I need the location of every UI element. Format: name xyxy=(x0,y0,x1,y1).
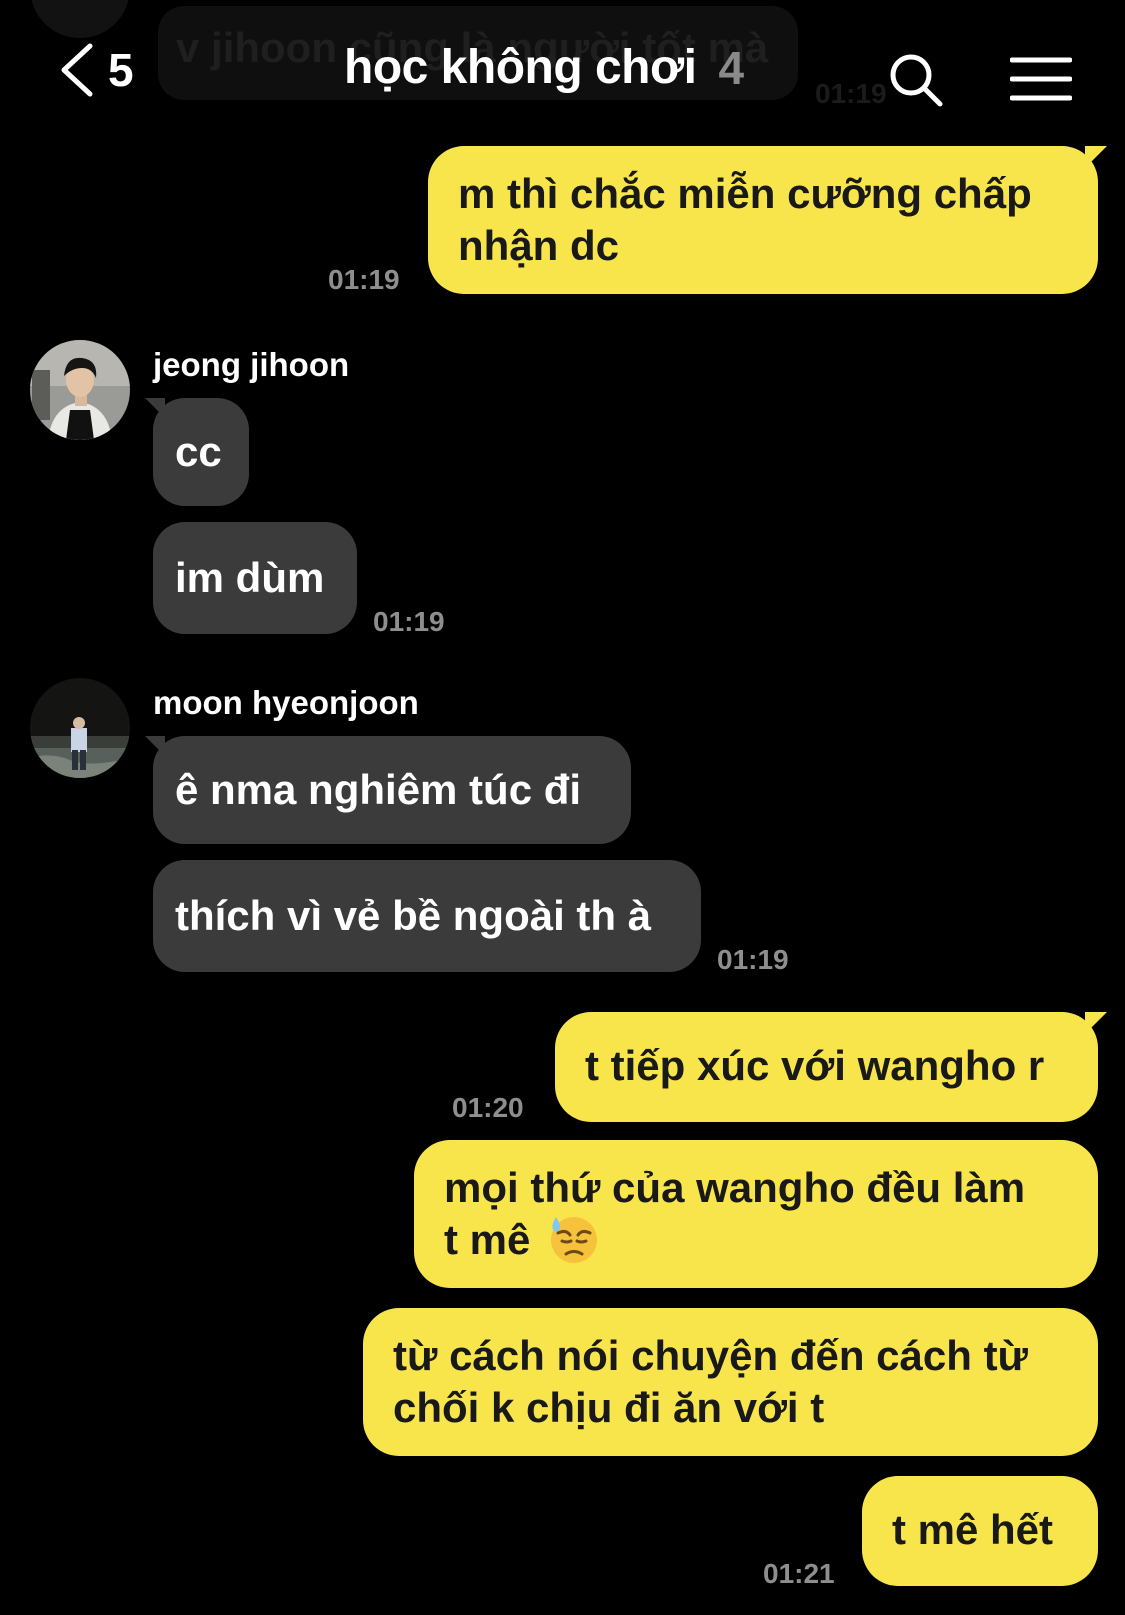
message-time: 01:20 xyxy=(452,1092,524,1123)
chevron-left-icon xyxy=(61,43,93,97)
message-text: im dùm xyxy=(175,554,325,601)
chat-header: 5 học không chơi 4 xyxy=(0,0,1125,140)
message-text: ê nma nghiêm túc đi xyxy=(175,766,582,813)
their-message-bubble[interactable]: cc xyxy=(153,398,249,506)
their-message-bubble[interactable]: ê nma nghiêm túc đi xyxy=(153,736,631,844)
their-message-bubble[interactable]: thích vì vẻ bề ngoài th à xyxy=(153,860,701,972)
back-button[interactable]: 5 xyxy=(58,40,134,100)
their-message-bubble[interactable]: im dùm xyxy=(153,522,357,634)
search-icon xyxy=(890,54,943,107)
avatar-moon-hyeonjoon[interactable] xyxy=(30,678,130,778)
message-line: t mê xyxy=(444,1214,1068,1269)
chat-title-area[interactable]: học không chơi 4 xyxy=(344,40,744,95)
message-time: 01:19 xyxy=(373,606,445,637)
my-message-bubble[interactable]: m thì chắc miễn cưỡng chấp nhận dc xyxy=(428,146,1098,294)
member-count: 4 xyxy=(718,41,745,94)
my-message-bubble[interactable]: t tiếp xúc với wangho r xyxy=(555,1012,1098,1122)
message-line: chối k chịu đi ăn với t xyxy=(393,1384,825,1431)
chat-screen: v jihoon cũng là người tốt mà 01:19 5 họ… xyxy=(0,0,1125,1615)
my-message-bubble[interactable]: từ cách nói chuyện đến cách từ chối k ch… xyxy=(363,1308,1098,1456)
message-time: 01:19 xyxy=(328,264,400,295)
sender-name: moon hyeonjoon xyxy=(153,684,419,721)
message-line: từ cách nói chuyện đến cách từ xyxy=(393,1332,1028,1379)
my-message-bubble[interactable]: mọi thứ của wangho đều làm t mê xyxy=(414,1140,1098,1288)
chat-title: học không chơi xyxy=(344,41,697,94)
message-text: cc xyxy=(175,428,222,475)
avatar-jeong-jihoon[interactable] xyxy=(30,340,130,440)
message-line: mọi thứ của wangho đều làm xyxy=(444,1164,1026,1211)
downcast-face-with-sweat-icon xyxy=(551,1216,598,1263)
sender-name: jeong jihoon xyxy=(153,346,350,383)
menu-button[interactable] xyxy=(1009,56,1073,107)
message-text: t tiếp xúc với wangho r xyxy=(585,1042,1045,1089)
message-text: t mê hết xyxy=(892,1506,1054,1553)
message-line: nhận dc xyxy=(458,222,620,269)
menu-icon xyxy=(1009,57,1073,101)
message-text: thích vì vẻ bề ngoài th à xyxy=(175,892,652,939)
message-line: m thì chắc miễn cưỡng chấp xyxy=(458,170,1032,217)
message-text: t mê xyxy=(444,1216,531,1263)
message-time: 01:21 xyxy=(763,1558,835,1589)
unread-count: 5 xyxy=(108,44,134,96)
my-message-bubble[interactable]: t mê hết xyxy=(862,1476,1098,1586)
search-button[interactable] xyxy=(888,52,944,113)
message-time: 01:19 xyxy=(717,944,789,975)
